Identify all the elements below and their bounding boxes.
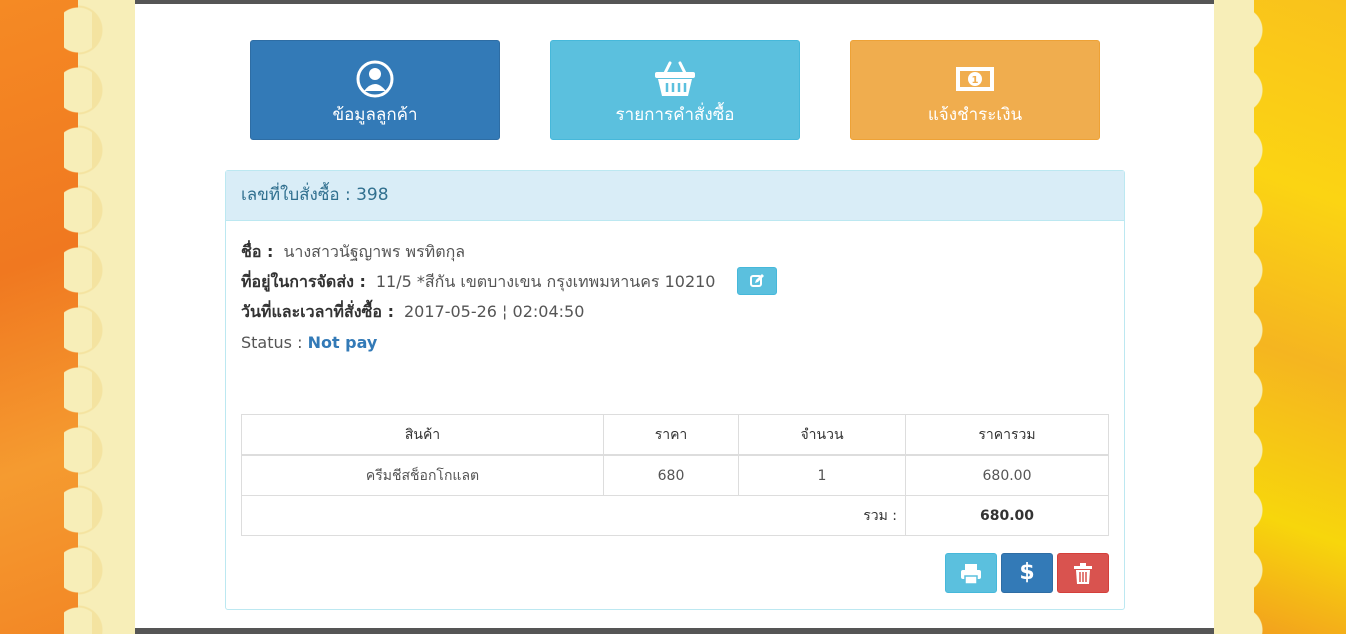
edit-address-button[interactable]	[736, 266, 777, 295]
edit-icon	[749, 273, 764, 287]
customer-info-tile[interactable]: ข้อมูลลูกค้า	[250, 40, 500, 140]
order-items-table: สินค้า ราคา จำนวน ราคารวม ครีมชีสช็อกโกแ…	[241, 414, 1109, 536]
date-label: วันที่และเวลาที่สั่งซื้อ :	[241, 302, 394, 321]
order-actions: $	[941, 553, 1109, 593]
date-row: วันที่และเวลาที่สั่งซื้อ : 2017-05-26 ¦ 0…	[241, 297, 777, 327]
money-icon: 1	[956, 67, 994, 91]
table-row: ครีมชีสช็อกโกแลต 680 1 680.00	[241, 454, 1109, 496]
user-circle-icon	[356, 60, 394, 98]
payment-notice-label: แจ้งชำระเงิน	[927, 105, 1023, 125]
right-background	[1214, 0, 1346, 634]
order-panel: เลขที่ใบสั่งซื้อ : 398 ชื่อ : นางสาวนัฐญา…	[225, 170, 1125, 610]
name-label: ชื่อ :	[241, 242, 274, 261]
name-value: นางสาวนัฐญาพร พรทิตกุล	[283, 242, 466, 261]
address-value: 11/5 *สีกัน เขตบางเขน กรุงเทพมหานคร 1021…	[375, 272, 716, 291]
left-background	[0, 0, 135, 634]
trash-icon	[1074, 563, 1092, 584]
cell-product: ครีมชีสช็อกโกแลต	[241, 454, 604, 496]
order-number-header: เลขที่ใบสั่งซื้อ : 398	[226, 171, 1124, 221]
print-icon	[961, 564, 981, 585]
payment-notice-tile[interactable]: 1 แจ้งชำระเงิน	[850, 40, 1100, 140]
svg-text:1: 1	[972, 75, 979, 86]
address-row: ที่อยู่ในการจัดส่ง : 11/5 *สีกัน เขตบางเข…	[241, 266, 777, 297]
print-button[interactable]	[945, 553, 997, 593]
table-sum-row: รวม : 680.00	[241, 495, 1109, 536]
col-quantity: จำนวน	[738, 414, 906, 456]
pay-button[interactable]: $	[1001, 553, 1053, 593]
left-scallop-border	[64, 0, 135, 634]
order-info: ชื่อ : นางสาวนัฐญาพร พรทิตกุล ที่อยู่ในกา…	[241, 237, 777, 327]
date-value: 2017-05-26 ¦ 02:04:50	[403, 302, 585, 321]
sum-value: 680.00	[905, 495, 1109, 536]
status-label: Status :	[241, 333, 303, 352]
cell-price: 680	[603, 454, 739, 496]
table-header-row: สินค้า ราคา จำนวน ราคารวม	[241, 414, 1109, 456]
col-price: ราคา	[603, 414, 739, 456]
status-value: Not pay	[307, 333, 378, 352]
main-content: ข้อมูลลูกค้า รายการคำสั่งซื้อ 1 แจ้งชำระ…	[135, 0, 1214, 634]
delete-button[interactable]	[1057, 553, 1109, 593]
cell-total: 680.00	[905, 454, 1109, 496]
customer-info-label: ข้อมูลลูกค้า	[332, 105, 418, 125]
nav-tiles: ข้อมูลลูกค้า รายการคำสั่งซื้อ 1 แจ้งชำระ…	[250, 40, 1100, 140]
order-list-tile[interactable]: รายการคำสั่งซื้อ	[550, 40, 800, 140]
sum-label: รวม :	[241, 495, 906, 536]
basket-icon	[655, 61, 695, 96]
address-label: ที่อยู่ในการจัดส่ง :	[241, 272, 366, 291]
order-list-label: รายการคำสั่งซื้อ	[615, 105, 735, 125]
cell-quantity: 1	[738, 454, 906, 496]
status-line: Status : Not pay	[241, 333, 377, 352]
right-scallop-border	[1214, 0, 1268, 634]
name-row: ชื่อ : นางสาวนัฐญาพร พรทิตกุล	[241, 237, 777, 267]
col-product: สินค้า	[241, 414, 604, 456]
col-total: ราคารวม	[905, 414, 1109, 456]
